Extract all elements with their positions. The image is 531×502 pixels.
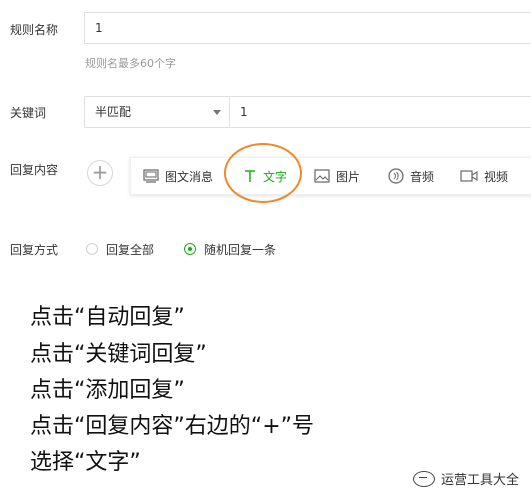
watermark: 运营工具大全 (412, 469, 519, 488)
keyword-match-value: 半匹配 (95, 105, 132, 119)
video-icon (460, 170, 478, 182)
instruction-line-3: 点击“添加回复” (30, 378, 185, 403)
instruction-line-1: 点击“自动回复” (30, 305, 185, 330)
toolbar-news-label: 图文消息 (165, 169, 214, 184)
rule-name-input[interactable]: 1 (84, 12, 531, 44)
instruction-line-4: 点击“回复内容”右边的“+”号 (30, 414, 315, 439)
toolbar-video-label: 视频 (484, 169, 509, 184)
keyword-input[interactable]: 1 (229, 96, 531, 128)
rule-name-hint: 规则名最多60个字 (85, 57, 176, 70)
image-icon (314, 169, 330, 183)
reply-mode-label: 回复方式 (10, 243, 59, 257)
keyword-match-select[interactable]: 半匹配 (84, 96, 230, 128)
chevron-down-icon (213, 110, 221, 115)
instruction-line-2: 点击“关键词回复” (30, 342, 207, 367)
toolbar-audio-label: 音频 (410, 169, 435, 184)
keyword-label: 关键词 (10, 106, 47, 120)
random-reply-label[interactable]: 随机回复一条 (204, 241, 276, 258)
rule-name-label: 规则名称 (10, 23, 59, 37)
wechat-icon (412, 470, 435, 487)
reply-type-toolbar: 图文消息 文字 图片 音频 视频 (130, 157, 531, 195)
reply-all-label[interactable]: 回复全部 (106, 241, 154, 258)
radio-random-reply[interactable] (184, 243, 196, 255)
toolbar-audio-button[interactable]: 音频 (388, 158, 434, 194)
reply-content-label: 回复内容 (10, 163, 59, 177)
toolbar-image-label: 图片 (336, 169, 361, 184)
toolbar-image-button[interactable]: 图片 (314, 158, 360, 194)
radio-reply-all[interactable] (86, 243, 98, 255)
audio-icon (388, 168, 404, 184)
toolbar-news-button[interactable]: 图文消息 (143, 158, 213, 194)
add-reply-button[interactable]: + (87, 160, 113, 186)
plus-icon: + (91, 160, 109, 184)
watermark-label: 运营工具大全 (440, 473, 519, 488)
highlight-circle (224, 143, 302, 203)
news-icon (143, 169, 159, 183)
instruction-line-5: 选择“文字” (30, 450, 141, 475)
toolbar-video-button[interactable]: 视频 (460, 158, 508, 194)
